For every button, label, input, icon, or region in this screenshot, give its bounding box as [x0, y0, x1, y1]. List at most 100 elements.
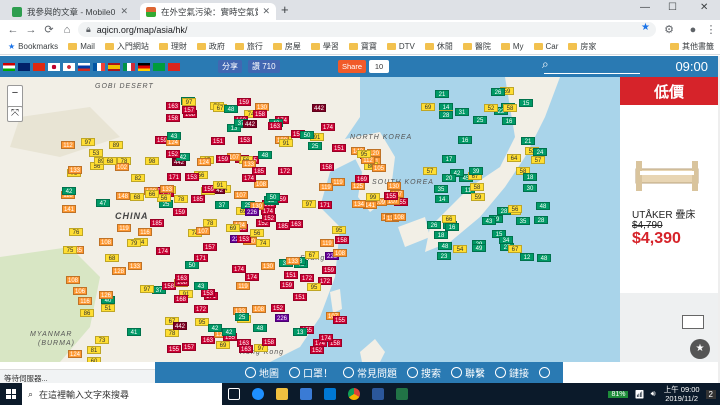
site-search-input[interactable]: ⌕ [542, 57, 640, 74]
aqi-marker[interactable]: 56 [508, 205, 522, 213]
menu-search[interactable]: 搜索 [407, 365, 441, 380]
aqi-marker[interactable]: 66 [145, 190, 159, 198]
aqi-marker[interactable]: 37 [215, 201, 229, 209]
aqi-marker[interactable]: 108 [254, 180, 268, 188]
close-tab-icon[interactable]: ✕ [120, 6, 128, 17]
aqi-marker[interactable]: 159 [280, 281, 294, 289]
bookmark-star-icon[interactable]: ★ [641, 22, 650, 33]
aqi-marker[interactable]: 130 [261, 262, 275, 270]
bookmark-folder[interactable]: DTV [386, 42, 415, 51]
aqi-marker[interactable]: 97 [140, 285, 154, 293]
aqi-marker[interactable]: 12 [520, 253, 534, 261]
aqi-marker[interactable]: 119 [319, 183, 333, 191]
aqi-marker[interactable]: 68 [130, 193, 144, 201]
bookmark-folder[interactable]: Mail [68, 42, 95, 51]
word-icon[interactable] [366, 383, 390, 405]
aqi-marker[interactable]: 48 [536, 202, 550, 210]
aqi-marker[interactable]: 26 [491, 88, 505, 96]
maximize-icon[interactable]: ☐ [668, 2, 677, 13]
aqi-marker[interactable]: 157 [182, 106, 196, 114]
aqi-marker[interactable]: 97 [182, 98, 196, 106]
aqi-marker[interactable]: 133 [286, 257, 300, 265]
aqi-marker[interactable]: 30 [523, 184, 537, 192]
aqi-marker[interactable]: 152 [166, 150, 180, 158]
tab-aqicn[interactable]: 在外空氣污染：實時空氣質量指數 ✕ [140, 3, 276, 20]
aqi-marker[interactable]: 39 [469, 167, 483, 175]
aqi-marker[interactable]: 124 [197, 158, 211, 166]
aqi-marker[interactable]: 108 [99, 238, 113, 246]
task-view-icon[interactable] [222, 383, 246, 405]
aqi-marker[interactable]: 124 [68, 350, 82, 358]
aqi-marker[interactable]: 48 [438, 242, 452, 250]
aqi-marker[interactable]: 76 [69, 228, 83, 236]
aqi-marker[interactable]: 108 [66, 276, 80, 284]
aqi-marker[interactable]: 152 [262, 214, 276, 222]
aqi-marker[interactable]: 159 [173, 208, 187, 216]
profile-icon[interactable]: ● [684, 24, 702, 36]
aqi-marker[interactable]: 56 [250, 229, 264, 237]
aqi-marker[interactable]: 171 [167, 173, 181, 181]
bookmark-folder[interactable]: 旅行 [234, 41, 263, 52]
aqi-marker[interactable]: 442 [173, 322, 187, 330]
zoom-out-button[interactable]: − [8, 86, 22, 102]
aqi-marker[interactable]: 171 [318, 201, 332, 209]
edge-icon[interactable] [246, 383, 270, 405]
aqi-marker[interactable]: 153 [237, 235, 251, 243]
new-tab-button[interactable]: + [281, 3, 289, 17]
aqi-marker[interactable]: 172 [194, 305, 208, 313]
aqi-marker[interactable]: 14 [435, 195, 449, 203]
aqi-marker[interactable]: 158 [253, 110, 267, 118]
aqi-marker[interactable]: 163 [289, 220, 303, 228]
aqi-marker[interactable]: 141 [62, 205, 76, 213]
aqi-marker[interactable]: 16 [458, 136, 472, 144]
aqi-marker[interactable]: 31 [455, 108, 469, 116]
menu-contact[interactable]: 聯繫 [451, 365, 485, 380]
aqi-marker[interactable]: 48 [253, 324, 267, 332]
aqi-marker[interactable]: 35 [516, 217, 530, 225]
extension-icon[interactable]: ⚙ [660, 23, 678, 36]
aqi-marker[interactable]: 172 [278, 167, 292, 175]
aqi-marker[interactable]: 158 [166, 114, 180, 122]
aqi-marker[interactable]: 91 [213, 181, 227, 189]
aqi-marker[interactable]: 107 [196, 227, 210, 235]
aqi-marker[interactable]: 15 [519, 99, 533, 107]
aqi-marker[interactable]: 119 [236, 282, 250, 290]
aqi-marker[interactable]: 159 [237, 98, 251, 106]
aqi-marker[interactable]: 172 [300, 274, 314, 282]
aqi-marker[interactable]: 23 [437, 252, 451, 260]
bookmark-folder[interactable]: Car [533, 42, 558, 51]
aqi-marker[interactable]: 79 [127, 239, 141, 247]
bookmarks-apps[interactable]: ★ Bookmarks [8, 42, 58, 51]
flag-france-icon[interactable] [93, 62, 105, 71]
aqi-map[interactable]: GOBI DESERT CHINA MYANMAR (BURMA) NORTH … [0, 77, 620, 362]
flag-italy-icon[interactable] [123, 62, 135, 71]
aqi-marker[interactable]: 174 [319, 334, 333, 342]
aqi-marker[interactable]: 119 [320, 239, 334, 247]
aqi-marker[interactable]: 153 [185, 173, 199, 181]
aqi-marker[interactable]: 174 [245, 273, 259, 281]
aqi-marker[interactable]: 155 [333, 316, 347, 324]
aqi-marker[interactable]: 185 [191, 195, 205, 203]
battery-indicator[interactable]: 81% [608, 390, 629, 398]
aqi-marker[interactable]: 442 [312, 104, 326, 112]
aqi-marker[interactable]: 98 [145, 157, 159, 165]
flag-japan-icon[interactable] [48, 62, 60, 71]
aqi-marker[interactable]: 163 [166, 102, 180, 110]
aqi-marker[interactable]: 130 [387, 182, 401, 190]
aqi-marker[interactable]: 42 [222, 328, 236, 336]
aqi-marker[interactable]: 47 [96, 199, 110, 207]
aqi-marker[interactable]: 51 [101, 304, 115, 312]
aqi-marker[interactable]: 49 [472, 244, 486, 252]
aqi-marker[interactable]: 43 [167, 132, 181, 140]
aqi-marker[interactable]: 133 [128, 262, 142, 270]
menu-faq[interactable]: 常見問題 [343, 365, 397, 380]
aqi-marker[interactable]: 56 [157, 194, 171, 202]
taskbar-clock[interactable]: 上午 09:00 2019/11/2 [664, 385, 700, 403]
aqi-marker[interactable]: 58 [470, 183, 484, 191]
aqi-marker[interactable]: 105 [372, 164, 386, 172]
tab-mobile01[interactable]: 我參與的文章 - Mobile01 ✕ [6, 3, 134, 20]
search-icon[interactable]: ⌕ [542, 57, 549, 72]
flag-germany-icon[interactable] [138, 62, 150, 71]
aqi-marker[interactable]: 158 [262, 338, 276, 346]
aqi-marker[interactable]: 133 [68, 166, 82, 174]
